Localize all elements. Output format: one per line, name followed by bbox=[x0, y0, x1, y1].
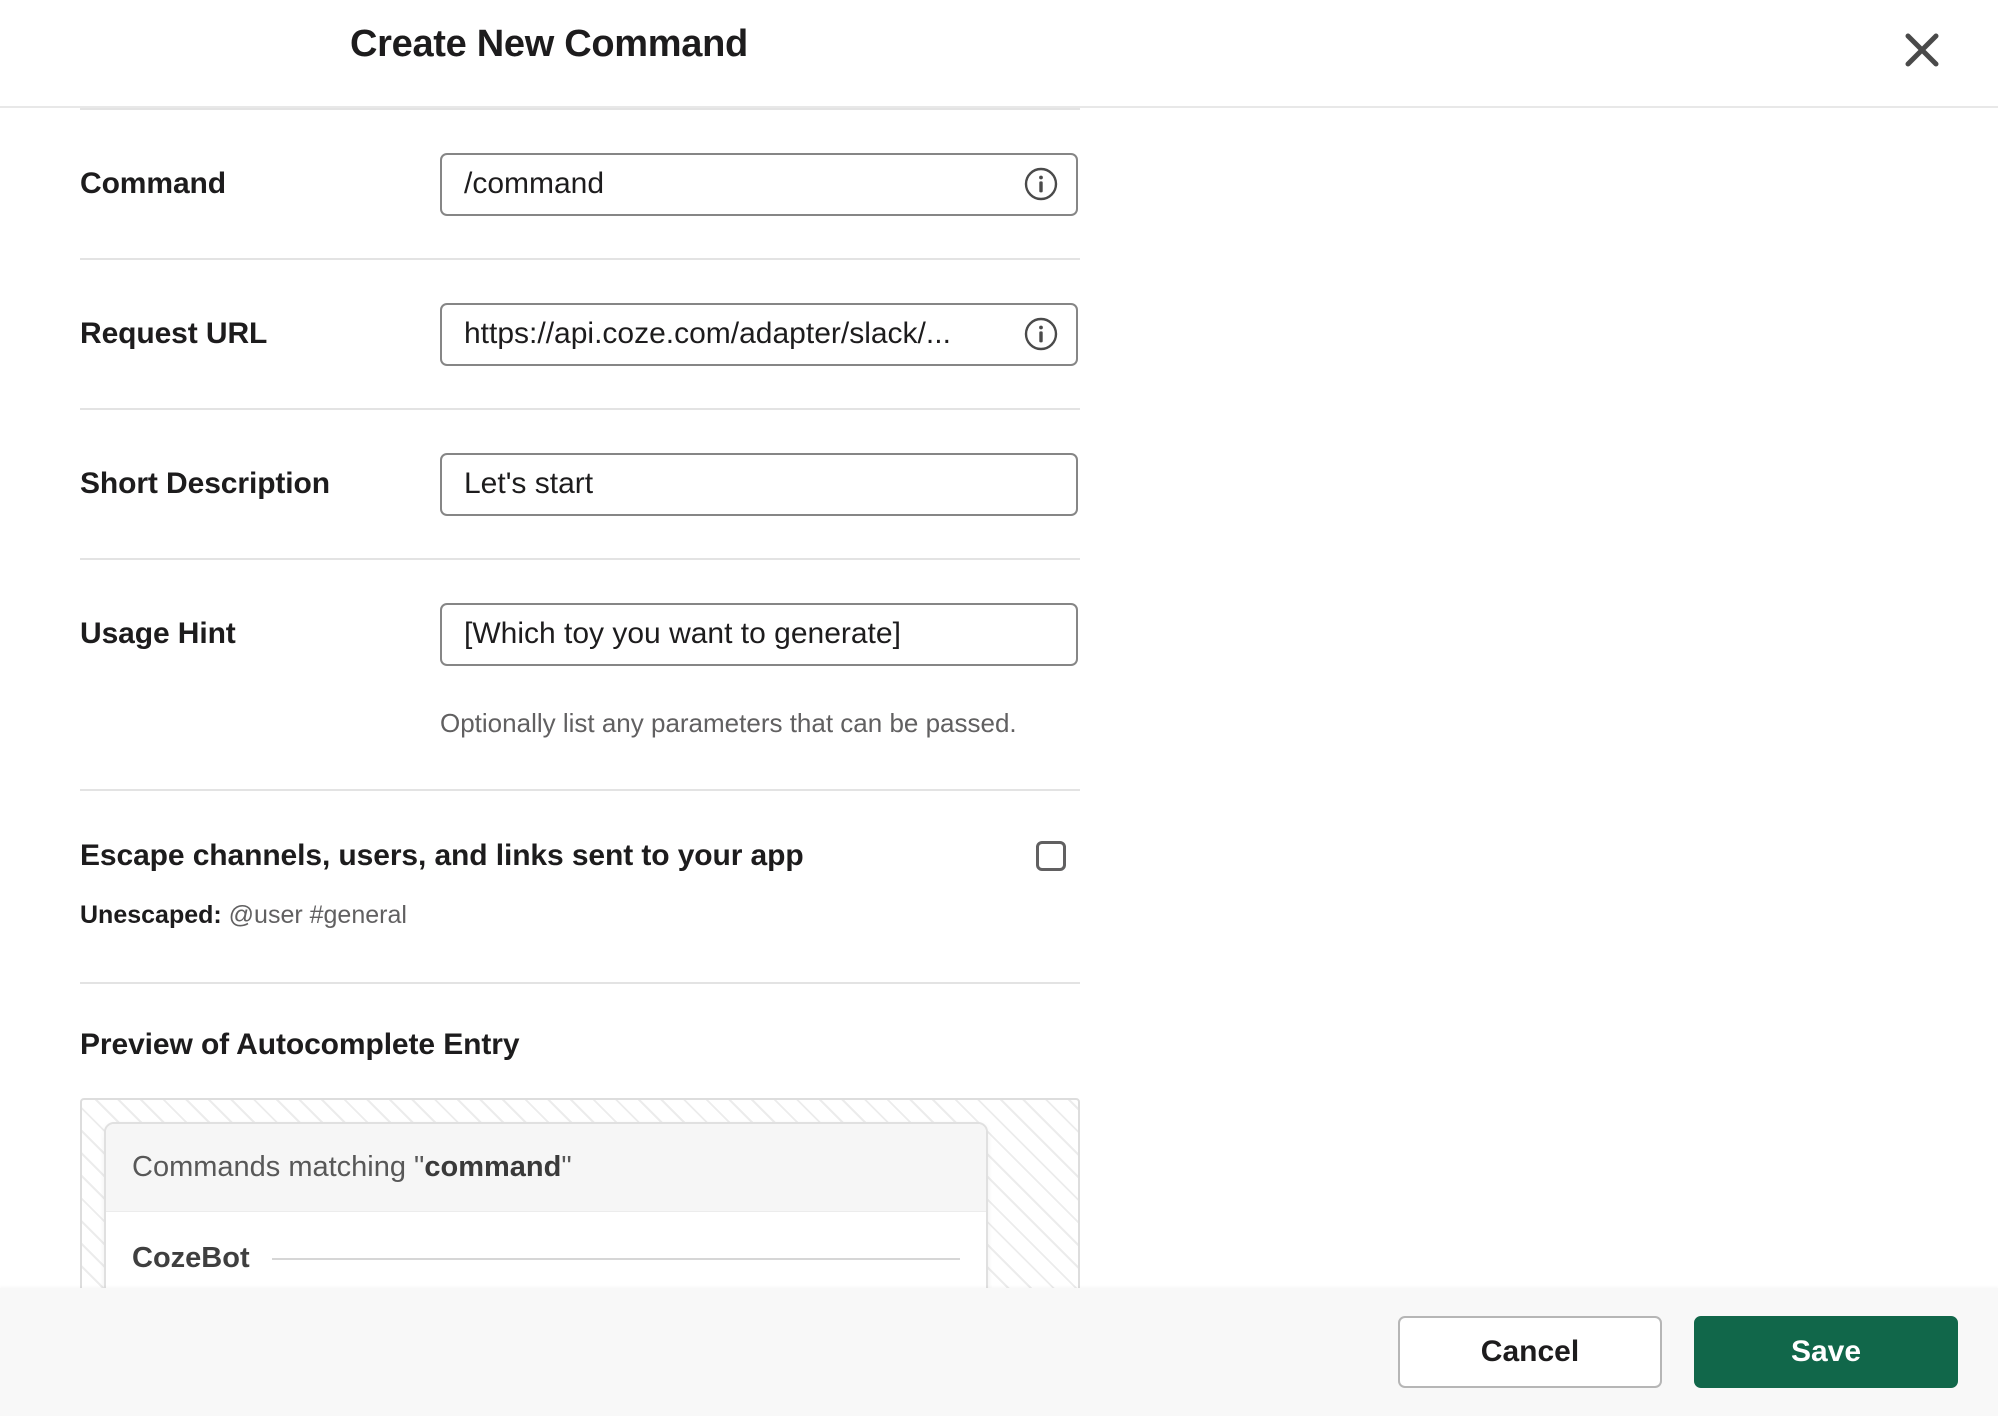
field-row-short-description: Short Description bbox=[80, 410, 1080, 558]
input-wrap-usage-hint bbox=[440, 602, 1078, 666]
unescaped-preview: Unescaped: @user #general bbox=[80, 901, 1080, 930]
close-icon bbox=[1899, 27, 1945, 73]
autocomplete-header: Commands matching " command " bbox=[106, 1124, 986, 1212]
usage-hint-helper-row: Optionally list any parameters that can … bbox=[80, 708, 1080, 789]
command-input[interactable] bbox=[440, 152, 1078, 216]
escape-section: Escape channels, users, and links sent t… bbox=[80, 791, 1080, 982]
unescaped-label: Unescaped: bbox=[80, 901, 222, 929]
create-command-modal: Create New Command Command /command Requ… bbox=[0, 0, 1998, 1416]
autocomplete-group-row: CozeBot bbox=[106, 1212, 986, 1275]
matching-suffix: " bbox=[561, 1151, 572, 1183]
input-wrap-request-url bbox=[440, 302, 1078, 366]
input-wrap-short-description bbox=[440, 452, 1078, 516]
cancel-button[interactable]: Cancel bbox=[1398, 1316, 1662, 1388]
matching-prefix: Commands matching " bbox=[132, 1151, 425, 1183]
usage-hint-input[interactable] bbox=[440, 602, 1078, 666]
label-usage-hint: Usage Hint bbox=[80, 617, 236, 650]
unescaped-value: @user #general bbox=[228, 901, 407, 929]
input-wrap-command bbox=[440, 152, 1078, 216]
modal-body-scroll[interactable]: Command Request URL bbox=[0, 108, 1998, 1416]
short-description-input[interactable] bbox=[440, 452, 1078, 516]
info-circle-icon-command[interactable] bbox=[1024, 167, 1058, 201]
field-row-command: Command bbox=[80, 110, 1080, 258]
group-divider-rule bbox=[271, 1257, 960, 1260]
escape-label: Escape channels, users, and links sent t… bbox=[80, 839, 804, 872]
request-url-input[interactable] bbox=[440, 302, 1078, 366]
command-form: Command Request URL bbox=[0, 108, 1080, 1358]
label-command: Command bbox=[80, 167, 226, 200]
page-title: Create New Command bbox=[350, 23, 748, 65]
escape-checkbox[interactable] bbox=[1036, 841, 1066, 871]
modal-footer: Cancel Save bbox=[0, 1288, 1998, 1416]
field-row-request-url: Request URL bbox=[80, 260, 1080, 408]
autocomplete-group-name: CozeBot bbox=[132, 1242, 250, 1274]
usage-hint-helper-text: Optionally list any parameters that can … bbox=[440, 708, 1017, 738]
info-circle-icon-request-url[interactable] bbox=[1024, 317, 1058, 351]
label-short-description: Short Description bbox=[80, 467, 330, 500]
close-button[interactable] bbox=[1886, 14, 1958, 86]
modal-header: Create New Command bbox=[0, 0, 1998, 108]
preview-heading: Preview of Autocomplete Entry bbox=[80, 1028, 520, 1061]
escape-top-row: Escape channels, users, and links sent t… bbox=[80, 839, 1080, 873]
save-button[interactable]: Save bbox=[1694, 1316, 1958, 1388]
label-request-url: Request URL bbox=[80, 317, 268, 350]
field-row-usage-hint: Usage Hint bbox=[80, 560, 1080, 708]
matching-term: command bbox=[424, 1151, 562, 1183]
